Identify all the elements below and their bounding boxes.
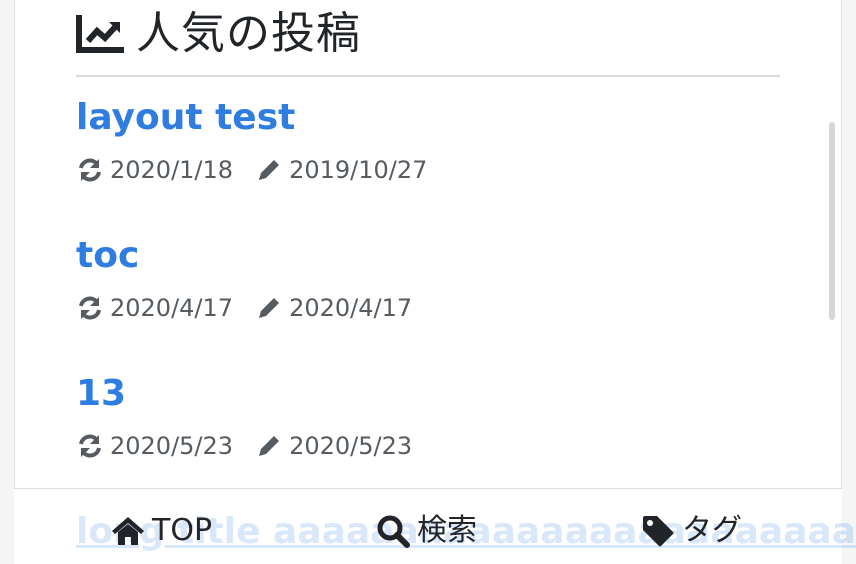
nav-search-label: 検索 [417, 513, 477, 548]
section-heading: 人気の投稿 [76, 6, 361, 62]
scrollbar-thumb[interactable] [829, 122, 835, 320]
heading-divider [76, 75, 780, 77]
sync-icon [79, 296, 101, 320]
updated-date: 2020/4/17 [110, 294, 234, 322]
nav-tags-button[interactable]: タグ [640, 511, 742, 551]
nav-top-button[interactable]: TOP [110, 511, 212, 551]
post-title-link[interactable]: 13 [76, 372, 776, 416]
sync-icon [79, 434, 101, 458]
post-title-link[interactable]: toc [76, 234, 776, 278]
post-title-link[interactable]: layout test [76, 96, 776, 140]
pencil-icon [259, 160, 280, 180]
post-item: layout test 2020/1/18 2019/10/27 [76, 96, 776, 186]
post-item: toc 2020/4/17 2020/4/17 [76, 234, 776, 324]
updated-date: 2020/1/18 [110, 156, 234, 184]
pencil-icon [259, 298, 280, 318]
search-icon [377, 515, 410, 548]
created-date: 2020/4/17 [289, 294, 413, 322]
created-date: 2019/10/27 [289, 156, 428, 184]
section-title: 人気の投稿 [136, 8, 361, 59]
nav-tags-label: タグ [682, 513, 742, 548]
post-meta: 2020/4/17 2020/4/17 [76, 292, 776, 324]
created-date: 2020/5/23 [289, 432, 413, 460]
home-icon [112, 517, 144, 545]
tag-icon [643, 516, 674, 547]
updated-date: 2020/5/23 [110, 432, 234, 460]
post-meta: 2020/1/18 2019/10/27 [76, 154, 776, 186]
post-meta: 2020/5/23 2020/5/23 [76, 430, 776, 462]
sync-icon [79, 158, 101, 182]
post-item: 13 2020/5/23 2020/5/23 [76, 372, 776, 462]
pencil-icon [259, 436, 280, 456]
nav-search-button[interactable]: 検索 [375, 511, 477, 551]
chart-line-icon [76, 15, 124, 53]
nav-top-label: TOP [152, 513, 213, 548]
